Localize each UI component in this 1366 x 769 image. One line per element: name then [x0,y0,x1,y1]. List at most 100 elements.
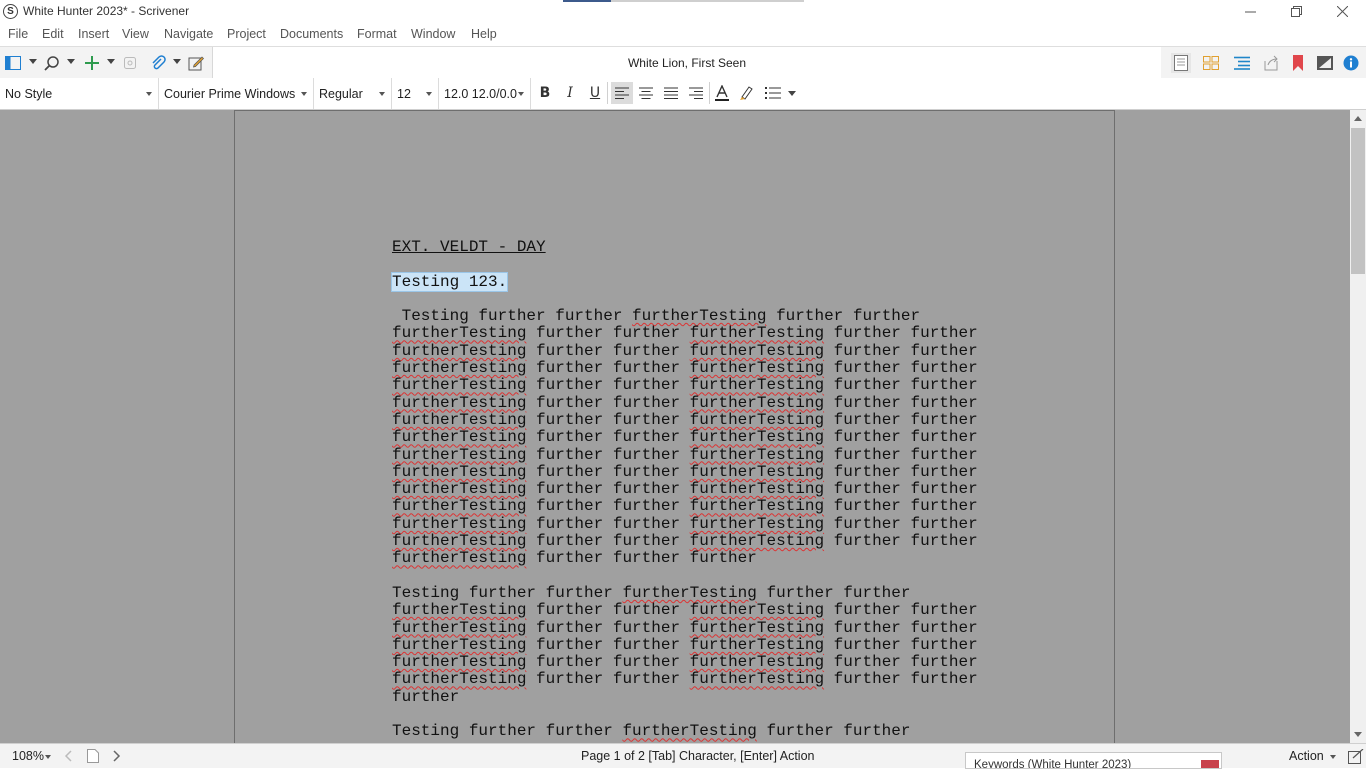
edit-checkbox-icon[interactable] [1348,749,1364,765]
minimize-button[interactable] [1227,0,1273,23]
misspelled-word[interactable]: furtherTesting [392,394,526,412]
misspelled-word[interactable]: furtherTesting [690,480,824,498]
misspelled-word[interactable]: furtherTesting [392,497,526,515]
misspelled-word[interactable]: furtherTesting [690,394,824,412]
action-line[interactable]: Testing further further furtherTesting f… [392,722,1032,741]
script-body[interactable]: EXT. VELDT - DAY Testing 123. Testing fu… [392,238,1032,741]
menu-insert[interactable]: Insert [78,27,109,41]
misspelled-word[interactable]: furtherTesting [690,601,824,619]
list-dropdown-icon[interactable] [788,91,796,96]
misspelled-word[interactable]: furtherTesting [392,324,526,342]
chevron-down-icon[interactable] [1330,755,1336,759]
close-button[interactable] [1319,0,1365,23]
inspector-toggle-icon[interactable] [1315,53,1335,73]
add-icon[interactable] [82,53,102,73]
scroll-up-icon[interactable] [1354,116,1362,121]
italic-button[interactable]: I [559,82,581,104]
misspelled-word[interactable]: furtherTesting [690,342,824,360]
action-line[interactable]: furtherTesting further further furtherTe… [392,428,1032,446]
action-line[interactable]: furtherTesting further further furtherTe… [392,463,1032,481]
compose-icon[interactable] [186,53,206,73]
menu-project[interactable]: Project [227,27,266,41]
line-spacing-select[interactable]: 12.0 12.0/0.0 [439,78,531,109]
element-type-select[interactable]: Action [1289,749,1324,763]
action-line[interactable]: furtherTesting further further furtherTe… [392,636,1032,654]
action-line[interactable]: furtherTesting further further furtherTe… [392,411,1032,429]
attachment-icon[interactable] [148,53,168,73]
action-line[interactable]: furtherTesting further further furtherTe… [392,446,1032,464]
menu-window[interactable]: Window [411,27,455,41]
align-left-button[interactable] [611,82,633,104]
misspelled-word[interactable]: furtherTesting [690,428,824,446]
restore-button[interactable] [1273,0,1319,23]
action-line[interactable]: furtherTesting further further furtherTe… [392,359,1032,377]
info-icon[interactable] [1341,53,1361,73]
misspelled-word[interactable]: furtherTesting [690,446,824,464]
align-justify-button[interactable] [660,82,682,104]
script-page[interactable]: EXT. VELDT - DAY Testing 123. Testing fu… [234,110,1115,743]
misspelled-word[interactable]: furtherTesting [622,584,756,602]
action-line[interactable]: furtherTesting further further furtherTe… [392,377,1032,395]
misspelled-word[interactable]: furtherTesting [690,670,824,688]
menu-help[interactable]: Help [471,27,497,41]
previous-document-icon[interactable] [64,750,74,762]
menu-documents[interactable]: Documents [280,27,343,41]
style-select[interactable]: No Style [0,78,159,109]
misspelled-word[interactable]: furtherTesting [392,446,526,464]
action-line[interactable]: further [392,688,1032,706]
action-line[interactable]: furtherTesting further further furtherTe… [392,515,1032,533]
misspelled-word[interactable]: furtherTesting [690,324,824,342]
attachment-dropdown-icon[interactable] [173,59,181,64]
align-center-button[interactable] [635,82,657,104]
action-line[interactable]: furtherTesting further further furtherTe… [392,619,1032,637]
misspelled-word[interactable]: furtherTesting [392,549,526,567]
action-line[interactable]: Testing further further furtherTesting f… [392,307,1032,325]
action-line[interactable]: furtherTesting further further furtherTe… [392,324,1032,343]
action-line[interactable]: furtherTesting further further furtherTe… [392,342,1032,360]
menu-file[interactable]: File [8,27,28,41]
misspelled-word[interactable]: furtherTesting [690,653,824,671]
single-page-view-icon[interactable] [1171,53,1191,73]
outliner-icon[interactable] [1232,53,1252,73]
font-size-select[interactable]: 12 [392,78,439,109]
font-select[interactable]: Courier Prime Windows [159,78,314,109]
text-color-button[interactable] [711,82,733,104]
misspelled-word[interactable]: furtherTesting [690,463,824,481]
trash-icon[interactable] [120,53,140,73]
misspelled-word[interactable]: furtherTesting [632,307,766,325]
misspelled-word[interactable]: furtherTesting [690,497,824,515]
action-line[interactable]: furtherTesting further further furtherTe… [392,497,1032,516]
chevron-down-icon[interactable] [45,755,51,759]
search-icon[interactable] [42,53,62,73]
misspelled-word[interactable]: furtherTesting [690,359,824,377]
underline-button[interactable]: U [584,82,606,104]
binder-dropdown-icon[interactable] [29,59,37,64]
action-line[interactable]: furtherTesting further further furtherTe… [392,532,1032,550]
corkboard-icon[interactable] [1201,53,1221,73]
document-title[interactable]: White Lion, First Seen [213,56,1161,70]
misspelled-word[interactable]: furtherTesting [690,515,824,533]
misspelled-word[interactable]: furtherTesting [392,463,526,481]
font-weight-select[interactable]: Regular [314,78,392,109]
action-line[interactable]: Testing further further furtherTesting f… [392,584,1032,602]
misspelled-word[interactable]: furtherTesting [392,670,526,688]
scene-heading[interactable]: EXT. VELDT - DAY [392,238,546,256]
misspelled-word[interactable]: furtherTesting [622,722,756,740]
misspelled-word[interactable]: furtherTesting [392,532,526,550]
vertical-scrollbar[interactable] [1350,110,1366,743]
binder-icon[interactable] [3,53,23,73]
action-paragraphs[interactable]: Testing further further furtherTesting f… [392,307,1032,741]
action-line[interactable]: furtherTesting further further furtherTe… [392,601,1032,619]
misspelled-word[interactable]: furtherTesting [392,428,526,446]
bold-button[interactable]: B [534,82,556,104]
menu-view[interactable]: View [122,27,149,41]
action-line[interactable]: furtherTesting further further further [392,549,1032,568]
search-dropdown-icon[interactable] [67,59,75,64]
misspelled-word[interactable]: furtherTesting [392,359,526,377]
add-dropdown-icon[interactable] [107,59,115,64]
misspelled-word[interactable]: furtherTesting [690,619,824,637]
misspelled-word[interactable]: furtherTesting [690,532,824,550]
bookmark-icon[interactable] [1288,53,1308,73]
misspelled-word[interactable]: furtherTesting [392,619,526,637]
misspelled-word[interactable]: furtherTesting [392,480,526,498]
